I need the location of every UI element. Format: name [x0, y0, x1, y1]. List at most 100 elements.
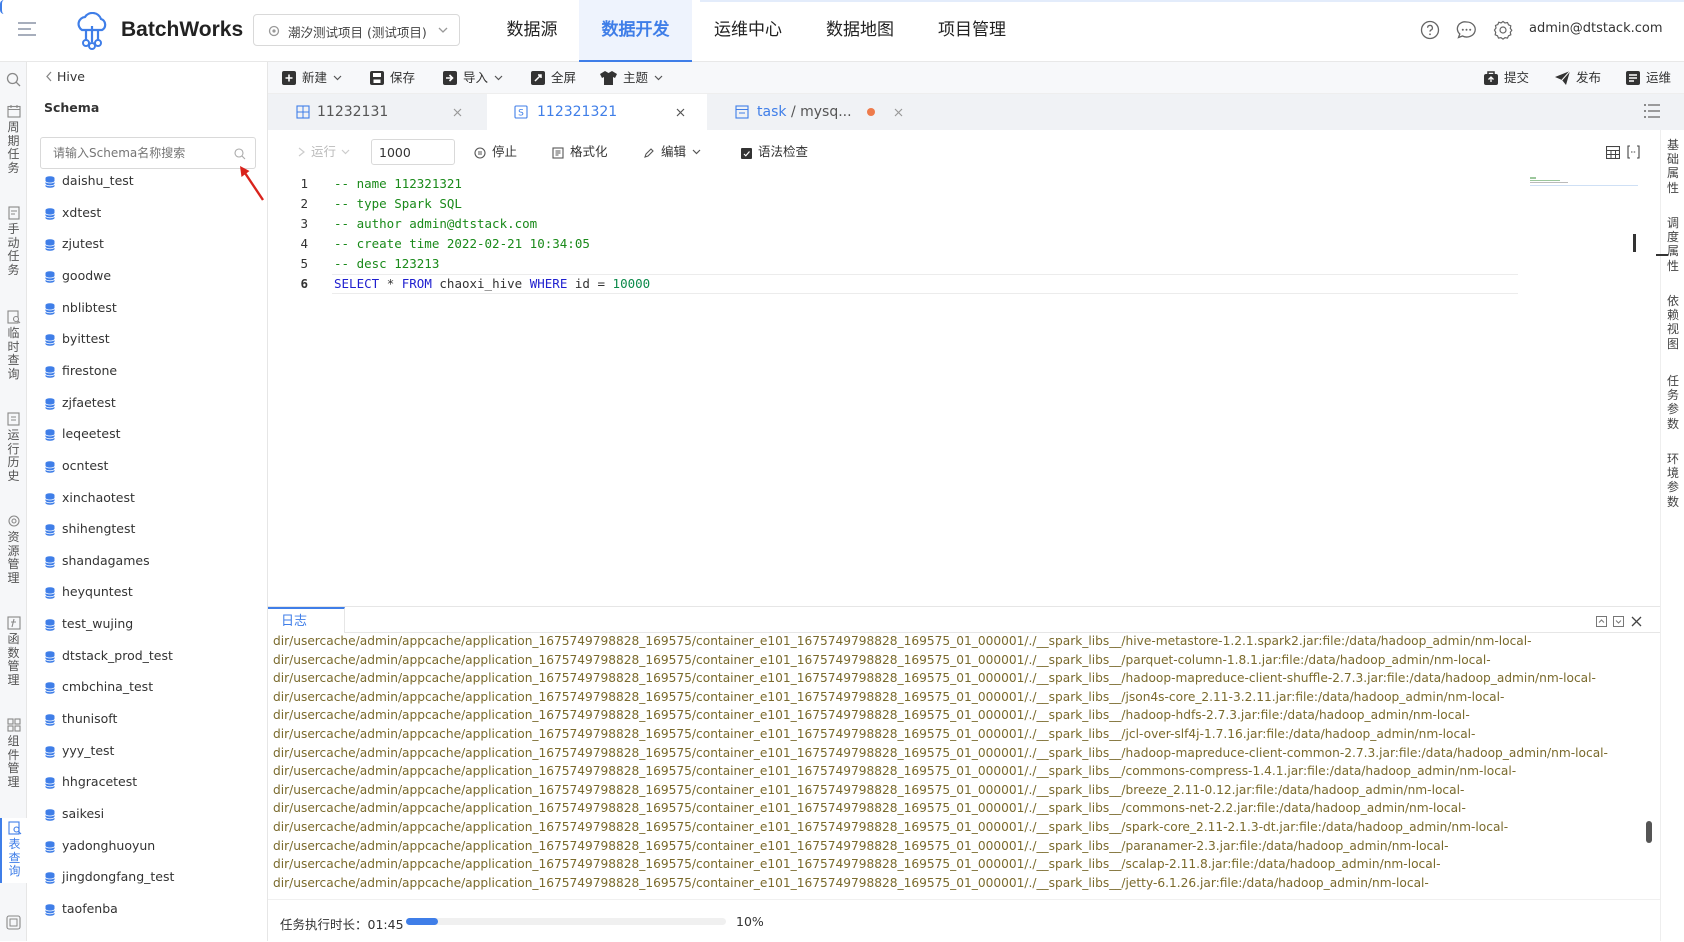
rail-collapse-icon[interactable] [6, 915, 21, 930]
tab-task-mysql[interactable]: task / mysq... [707, 94, 927, 130]
schema-name: xinchaotest [62, 489, 135, 505]
rail-function-mgmt[interactable]: 函数管理 [0, 616, 27, 687]
close-icon[interactable] [1631, 616, 1642, 627]
back-to-hive-link[interactable]: Hive [45, 69, 85, 84]
schema-search-input[interactable] [42, 139, 222, 167]
table-view-icon[interactable] [1606, 146, 1620, 159]
rtab-schedule-props[interactable]: 调度属性 [1661, 216, 1684, 273]
code-column: id [574, 276, 590, 291]
settings-gear-icon[interactable] [1493, 20, 1513, 40]
ops-button[interactable]: 运维 [1626, 62, 1671, 94]
schema-search-box[interactable] [40, 137, 256, 169]
nav-ops-center[interactable]: 运维中心 [700, 0, 796, 62]
schema-list-item[interactable]: shihengtest [45, 519, 135, 539]
message-icon[interactable] [1456, 20, 1477, 40]
line-number: 3 [300, 216, 308, 231]
schema-list-item[interactable]: zjutest [45, 234, 104, 254]
tab-list-icon[interactable] [1644, 104, 1660, 118]
schema-list-item[interactable]: shandagames [45, 551, 150, 571]
schema-list-item[interactable]: dtstack_prod_test [45, 646, 173, 666]
log-scrollbar-thumb[interactable] [1646, 821, 1652, 843]
schema-list-item[interactable]: nblibtest [45, 298, 117, 318]
schema-list-item[interactable]: cmbchina_test [45, 677, 153, 697]
schema-list-item[interactable]: xdtest [45, 203, 101, 223]
schema-list-item[interactable]: thunisoft [45, 709, 117, 729]
schema-list-item[interactable]: zjfaetest [45, 393, 116, 413]
schema-list-item[interactable]: daishu_test [45, 171, 134, 191]
edit-menu-button[interactable]: 编辑 [643, 136, 707, 168]
schema-list-item[interactable]: firestone [45, 361, 117, 381]
import-button[interactable]: 导入 [443, 62, 509, 94]
schema-list-item[interactable]: hhgracetest [45, 772, 137, 792]
log-tab[interactable]: 日志 [268, 607, 345, 633]
row-limit-box[interactable] [371, 139, 455, 165]
schema-name: goodwe [62, 267, 112, 283]
format-button[interactable]: 格式化 [552, 136, 608, 168]
schema-list-item[interactable]: saikesi [45, 804, 104, 824]
chevron-down-icon [654, 75, 663, 81]
publish-button[interactable]: 发布 [1555, 62, 1601, 94]
user-account[interactable]: admin@dtstack.com [1529, 21, 1663, 36]
close-icon[interactable] [453, 108, 462, 117]
schema-list-item[interactable]: byittest [45, 329, 110, 349]
save-button[interactable]: 保存 [370, 62, 415, 94]
fullscreen-button[interactable]: 全屏 [531, 62, 576, 94]
schema-list-item[interactable]: yadonghuoyun [45, 836, 155, 856]
menu-icon[interactable] [17, 21, 37, 37]
maximize-icon[interactable] [1596, 616, 1607, 627]
main-toolbar: 新建 保存 导入 全屏 主题 提交 发布 运维 [268, 62, 1684, 94]
app-switch-button[interactable] [0, 0, 4, 14]
minimize-icon[interactable] [1613, 616, 1624, 627]
rail-table-query[interactable]: 表查询 [0, 818, 27, 883]
log-line: dir/usercache/admin/appcache/application… [273, 764, 1517, 779]
schema-list-item[interactable]: xinchaotest [45, 488, 135, 508]
tab-11232131[interactable]: 11232131 [268, 94, 487, 130]
rail-component-mgmt[interactable]: 组件管理 [0, 718, 27, 789]
rail-manual-task[interactable]: 手动任务 [0, 206, 27, 277]
rtab-env-params[interactable]: 环境参数 [1661, 452, 1684, 509]
rail-periodic-task[interactable]: 周期任务 [0, 104, 27, 175]
nav-data-map[interactable]: 数据地图 [812, 0, 908, 62]
rtab-basic-props[interactable]: 基础属性 [1661, 138, 1684, 195]
close-icon[interactable] [894, 108, 903, 117]
submit-button[interactable]: 提交 [1484, 62, 1529, 94]
schema-list-item[interactable]: test_wujing [45, 614, 133, 634]
nav-data-dev[interactable]: 数据开发 [579, 0, 692, 62]
stop-button[interactable]: 停止 [474, 136, 517, 168]
schema-name: test_wujing [62, 616, 134, 632]
theme-label: 主题 [623, 70, 649, 85]
schema-list-item[interactable]: ocntest [45, 456, 108, 476]
syntax-check-button[interactable]: 语法检查 [741, 136, 808, 168]
schema-list-item[interactable]: jingdongfang_test [45, 867, 174, 887]
minimap[interactable] [1530, 174, 1638, 186]
theme-button[interactable]: 主题 [600, 62, 669, 94]
nav-project-mgmt[interactable]: 项目管理 [924, 0, 1020, 62]
rail-temp-query[interactable]: 临时查询 [0, 310, 27, 381]
schema-list-item[interactable]: yyy_test [45, 741, 114, 761]
help-icon[interactable] [1420, 20, 1440, 40]
schema-list-item[interactable]: taofenba [45, 899, 118, 919]
search-icon[interactable] [234, 148, 246, 160]
sql-editor[interactable]: 1 2 3 4 5 6 -- name 112321321 -- type Sp… [268, 174, 1638, 606]
schema-list-item[interactable]: goodwe [45, 266, 111, 286]
code-brackets-icon[interactable] [1626, 145, 1641, 159]
rtab-task-params[interactable]: 任务参数 [1661, 374, 1684, 431]
close-icon[interactable] [676, 108, 685, 117]
nav-datasource[interactable]: 数据源 [486, 0, 578, 62]
new-button[interactable]: 新建 [282, 62, 348, 94]
project-select[interactable]: 潮汐测试项目 (测试项目) [253, 14, 460, 46]
chevron-down-icon [341, 149, 350, 155]
schema-list-item[interactable]: heyquntest [45, 582, 133, 602]
row-limit-input[interactable] [372, 140, 454, 164]
schema-list-item[interactable]: leqeetest [45, 424, 120, 444]
left-rail: 周期任务 手动任务 临时查询 运行历史 资源管理 函数管理 组件管理 表查询 [0, 62, 27, 941]
run-button[interactable]: 运行 [298, 136, 356, 168]
format-icon [552, 147, 564, 159]
rail-resource-mgmt[interactable]: 资源管理 [0, 514, 27, 585]
editor-scrollbar[interactable] [1630, 234, 1636, 252]
rtab-dependency-view[interactable]: 依赖视图 [1661, 294, 1684, 351]
rail-search-icon[interactable] [6, 72, 21, 87]
rail-label: 表查询 [8, 837, 21, 879]
tab-112321321[interactable]: S 112321321 [487, 94, 707, 130]
rail-run-history[interactable]: 运行历史 [0, 412, 27, 483]
